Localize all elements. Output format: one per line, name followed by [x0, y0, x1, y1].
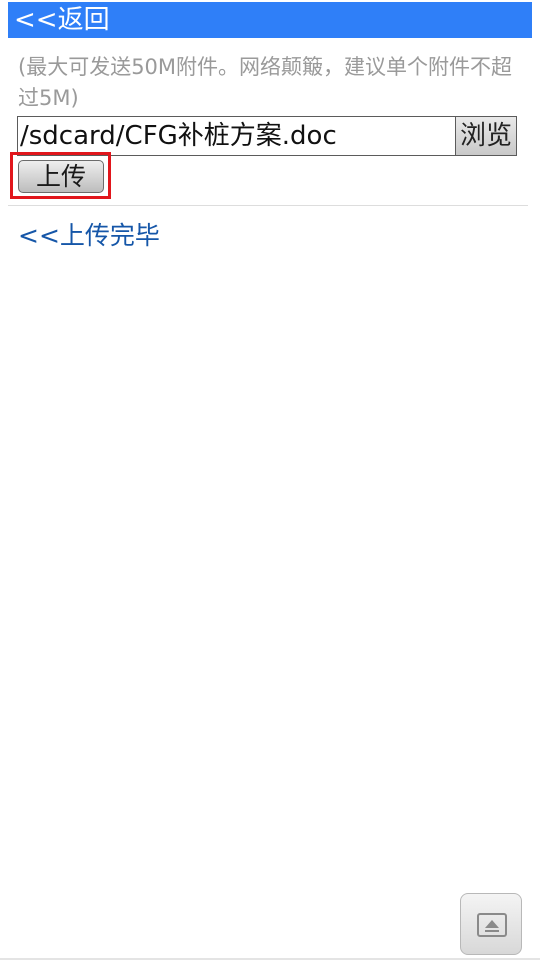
browse-button[interactable]: 浏览	[455, 116, 517, 156]
upload-done-link[interactable]: <<上传完毕	[18, 220, 160, 252]
upload-button[interactable]: 上传	[18, 160, 104, 193]
header-bar: <<返回	[8, 2, 532, 38]
window-eject-icon	[477, 913, 507, 937]
file-picker-row: /sdcard/CFG补桩方案.doc 浏览	[17, 116, 517, 156]
attachment-size-hint: (最大可发送50M附件。网络颠簸，建议单个附件不超过5M)	[18, 55, 513, 110]
floating-menu-button[interactable]	[460, 893, 522, 955]
file-path-field[interactable]: /sdcard/CFG补桩方案.doc	[17, 116, 455, 156]
upload-attachment-page: <<返回 (最大可发送50M附件。网络颠簸，建议单个附件不超过5M) /sdca…	[0, 0, 540, 960]
divider	[8, 205, 528, 206]
back-link[interactable]: <<返回	[14, 5, 110, 35]
